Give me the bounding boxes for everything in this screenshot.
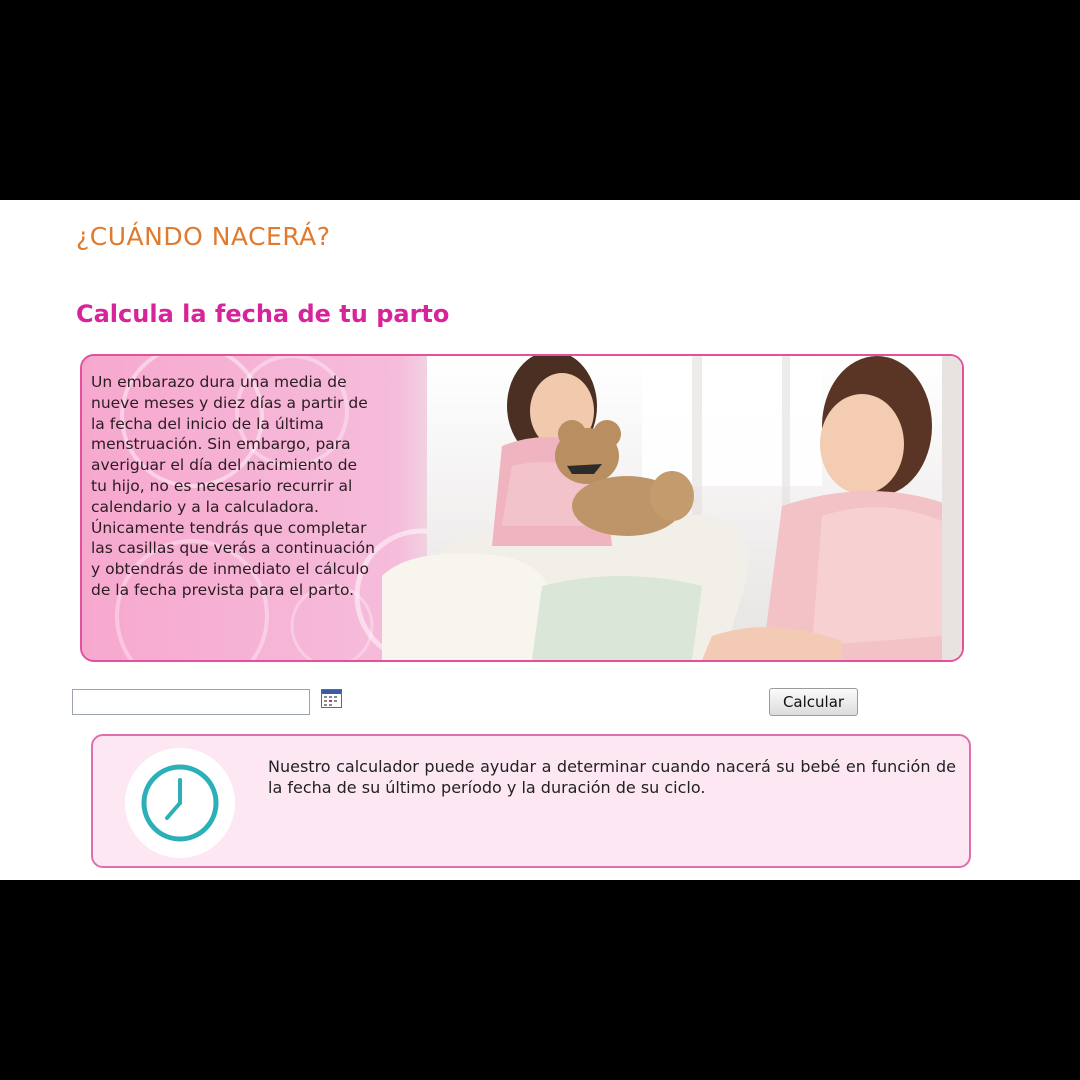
clock-badge — [125, 748, 235, 858]
intro-text: Un embarazo dura una media de nueve mese… — [91, 373, 375, 599]
intro-banner: Un embarazo dura una media de nueve mese… — [80, 354, 964, 662]
last-period-date-input[interactable] — [72, 689, 310, 715]
info-text: Nuestro calculador puede ayudar a determ… — [268, 757, 956, 797]
section-title: Calcula la fecha de tu parto — [76, 300, 450, 328]
clock-icon — [141, 764, 219, 842]
page: ¿CUÁNDO NACERÁ? Calcula la fecha de tu p… — [0, 200, 1080, 880]
calculate-button[interactable]: Calcular — [769, 688, 858, 716]
info-box: Nuestro calculador puede ayudar a determ… — [91, 734, 971, 868]
calendar-icon[interactable] — [321, 689, 342, 708]
site-title: ¿CUÁNDO NACERÁ? — [76, 222, 331, 251]
